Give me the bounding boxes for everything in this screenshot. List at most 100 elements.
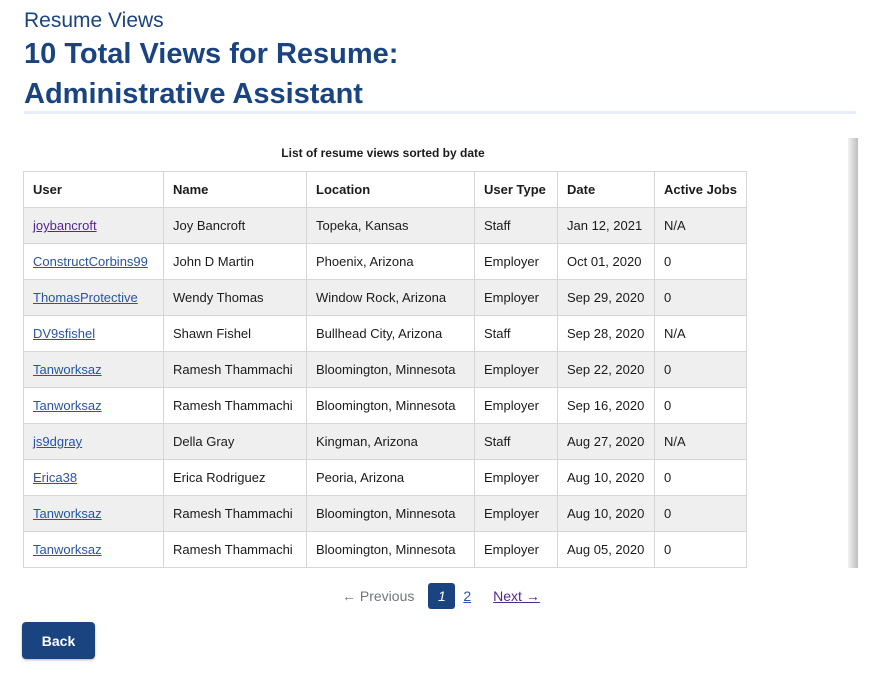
cell-date: Aug 10, 2020 xyxy=(557,495,655,532)
cell-user-type: Employer xyxy=(474,387,558,424)
cell-active-jobs: 0 xyxy=(654,459,747,496)
cell-user: ThomasProtective xyxy=(23,279,164,316)
cell-location: Topeka, Kansas xyxy=(306,207,475,244)
cell-name: John D Martin xyxy=(163,243,307,280)
cell-date: Aug 27, 2020 xyxy=(557,423,655,460)
user-link[interactable]: Tanworksaz xyxy=(33,542,102,557)
cell-location: Bloomington, Minnesota xyxy=(306,495,475,532)
cell-name: Ramesh Thammachi xyxy=(163,351,307,388)
cell-user-type: Employer xyxy=(474,351,558,388)
cell-date: Sep 16, 2020 xyxy=(557,387,655,424)
user-link[interactable]: Erica38 xyxy=(33,470,77,485)
cell-active-jobs: 0 xyxy=(654,351,747,388)
table-row: joybancroft Joy Bancroft Topeka, Kansas Sta… xyxy=(23,207,747,244)
cell-date: Sep 28, 2020 xyxy=(557,315,655,352)
col-header-active-jobs: Active Jobs xyxy=(654,171,747,208)
cell-user: DV9sfishel xyxy=(23,315,164,352)
cell-user-type: Employer xyxy=(474,279,558,316)
col-header-name: Name xyxy=(163,171,307,208)
table-row: Tanworksaz Ramesh Thammachi Bloomington, M… xyxy=(23,387,747,424)
cell-active-jobs: N/A xyxy=(654,315,747,352)
cell-date: Sep 22, 2020 xyxy=(557,351,655,388)
resume-views-table: User Name Location User Type Date Active… xyxy=(23,171,747,568)
table-header-row: User Name Location User Type Date Active… xyxy=(23,171,747,208)
table-row: Tanworksaz Ramesh Thammachi Bloomington, M… xyxy=(23,531,747,568)
user-link[interactable]: Tanworksaz xyxy=(33,398,102,413)
cell-location: Bloomington, Minnesota xyxy=(306,387,475,424)
pagination-next[interactable]: Next → xyxy=(493,588,540,604)
user-link[interactable]: Tanworksaz xyxy=(33,506,102,521)
user-link[interactable]: ThomasProtective xyxy=(33,290,138,305)
cell-active-jobs: 0 xyxy=(654,531,747,568)
cell-location: Bloomington, Minnesota xyxy=(306,351,475,388)
pagination-page-1-current[interactable]: 1 xyxy=(428,583,456,609)
cell-location: Kingman, Arizona xyxy=(306,423,475,460)
cell-name: Della Gray xyxy=(163,423,307,460)
table-row: Tanworksaz Ramesh Thammachi Bloomington, M… xyxy=(23,351,747,388)
cell-name: Ramesh Thammachi xyxy=(163,495,307,532)
cell-user-type: Staff xyxy=(474,423,558,460)
pagination-page-2[interactable]: 2 xyxy=(463,588,471,604)
col-header-date: Date xyxy=(557,171,655,208)
cell-location: Window Rock, Arizona xyxy=(306,279,475,316)
table-row: ThomasProtective Wendy Thomas Window Rock,… xyxy=(23,279,747,316)
cell-date: Oct 01, 2020 xyxy=(557,243,655,280)
cell-user: Tanworksaz xyxy=(23,495,164,532)
cell-date: Jan 12, 2021 xyxy=(557,207,655,244)
cell-active-jobs: 0 xyxy=(654,243,747,280)
cell-location: Bloomington, Minnesota xyxy=(306,531,475,568)
cell-user-type: Employer xyxy=(474,243,558,280)
cell-user: joybancroft xyxy=(23,207,164,244)
table-container[interactable]: List of resume views sorted by date User… xyxy=(22,138,858,568)
table-row: DV9sfishel Shawn Fishel Bullhead City, Ari… xyxy=(23,315,747,352)
cell-location: Bullhead City, Arizona xyxy=(306,315,475,352)
cell-location: Peoria, Arizona xyxy=(306,459,475,496)
cell-active-jobs: N/A xyxy=(654,207,747,244)
page-subtitle: Resume Views xyxy=(24,9,164,32)
cell-user: js9dgray xyxy=(23,423,164,460)
cell-active-jobs: N/A xyxy=(654,423,747,460)
pagination: ← Previous 1 2 Next → xyxy=(342,583,540,609)
cell-name: Erica Rodriguez xyxy=(163,459,307,496)
cell-active-jobs: 0 xyxy=(654,495,747,532)
cell-user-type: Staff xyxy=(474,315,558,352)
horizontal-scroll-shadow xyxy=(848,138,858,568)
table-row: js9dgray Della Gray Kingman, Arizona Staff A… xyxy=(23,423,747,460)
user-link[interactable]: joybancroft xyxy=(33,218,97,233)
cell-user: ConstructCorbins99 xyxy=(23,243,164,280)
table-row: ConstructCorbins99 John D Martin Phoenix, … xyxy=(23,243,747,280)
cell-user-type: Employer xyxy=(474,495,558,532)
cell-name: Wendy Thomas xyxy=(163,279,307,316)
table-row: Erica38 Erica Rodriguez Peoria, Arizona Emp… xyxy=(23,459,747,496)
user-link[interactable]: ConstructCorbins99 xyxy=(33,254,148,269)
user-link[interactable]: DV9sfishel xyxy=(33,326,95,341)
cell-date: Aug 10, 2020 xyxy=(557,459,655,496)
pagination-previous: ← Previous xyxy=(342,588,415,604)
cell-name: Ramesh Thammachi xyxy=(163,531,307,568)
cell-user: Tanworksaz xyxy=(23,531,164,568)
cell-date: Aug 05, 2020 xyxy=(557,531,655,568)
back-button[interactable]: Back xyxy=(22,622,95,659)
cell-date: Sep 29, 2020 xyxy=(557,279,655,316)
col-header-user: User xyxy=(23,171,164,208)
cell-active-jobs: 0 xyxy=(654,387,747,424)
cell-name: Ramesh Thammachi xyxy=(163,387,307,424)
cell-user: Tanworksaz xyxy=(23,351,164,388)
user-link[interactable]: js9dgray xyxy=(33,434,82,449)
page-title: 10 Total Views for Resume: Administrativ… xyxy=(24,38,399,110)
cell-name: Joy Bancroft xyxy=(163,207,307,244)
table-row: Tanworksaz Ramesh Thammachi Bloomington, M… xyxy=(23,495,747,532)
col-header-user-type: User Type xyxy=(474,171,558,208)
cell-user-type: Employer xyxy=(474,531,558,568)
title-divider xyxy=(24,111,856,114)
cell-name: Shawn Fishel xyxy=(163,315,307,352)
cell-user-type: Staff xyxy=(474,207,558,244)
user-link[interactable]: Tanworksaz xyxy=(33,362,102,377)
table-caption: List of resume views sorted by date xyxy=(281,146,485,160)
col-header-location: Location xyxy=(306,171,475,208)
cell-user: Tanworksaz xyxy=(23,387,164,424)
cell-active-jobs: 0 xyxy=(654,279,747,316)
cell-user: Erica38 xyxy=(23,459,164,496)
cell-user-type: Employer xyxy=(474,459,558,496)
cell-location: Phoenix, Arizona xyxy=(306,243,475,280)
